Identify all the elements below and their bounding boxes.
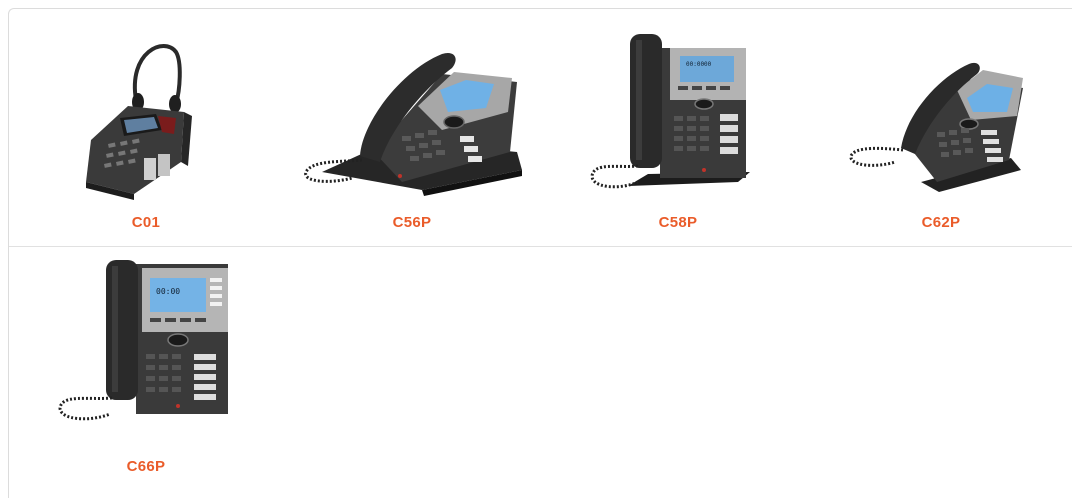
product-model-label[interactable]: C66P [16,458,276,475]
product-card-c58p[interactable]: 00:0000 C58P [548,12,808,248]
upright-ip-phone-icon: 00:0000 [590,34,750,189]
product-model-label[interactable]: C62P [811,214,1071,231]
product-card-c56p[interactable]: C56P [282,12,542,248]
svg-text:00:00: 00:00 [156,287,180,296]
svg-text:00:0000: 00:0000 [686,61,712,68]
desk-ip-phone-icon [304,52,522,196]
product-card-c62p[interactable]: C62P [811,12,1071,248]
product-model-label[interactable]: C58P [548,214,808,231]
product-model-label[interactable]: C01 [16,214,276,231]
angled-ip-phone-icon [849,62,1023,192]
product-model-label[interactable]: C56P [282,214,542,231]
upright-ip-phone-icon: 00:00 [58,260,228,421]
headset-call-center-phone-icon [86,44,192,200]
product-card-c66p[interactable]: 00:00 C66P [16,254,276,490]
product-card-c01[interactable]: C01 [16,12,276,248]
